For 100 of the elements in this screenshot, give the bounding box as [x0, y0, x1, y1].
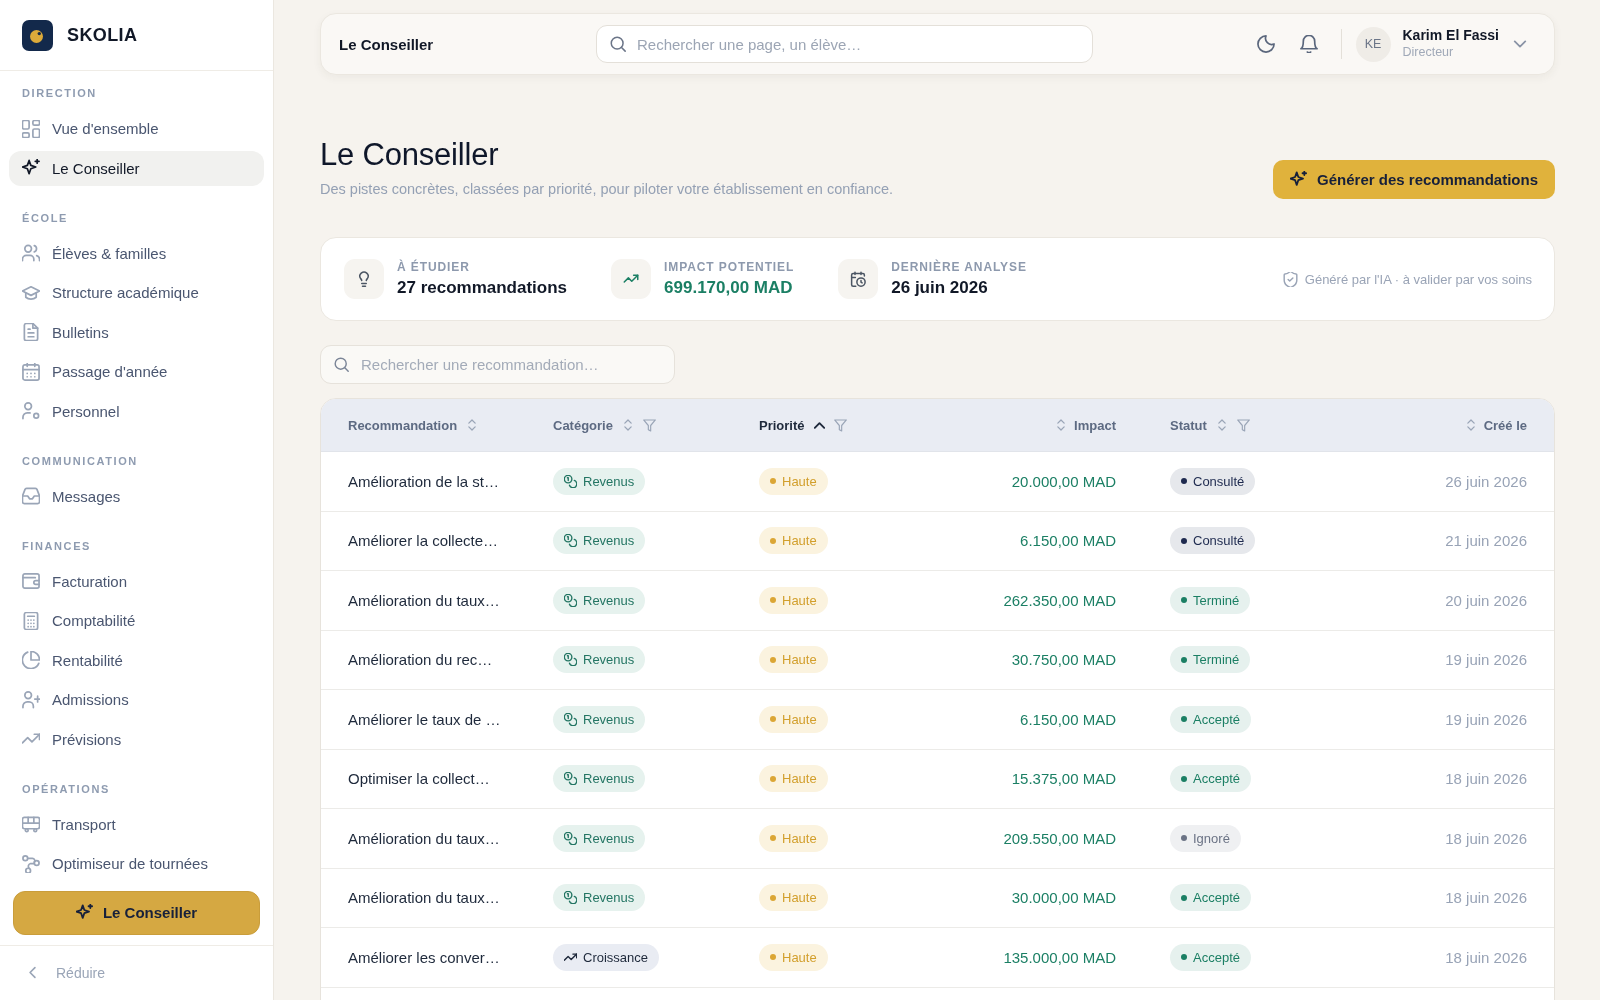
- priority-label: Haute: [782, 711, 817, 727]
- shield-check-icon: [1282, 271, 1298, 287]
- category-label: Revenus: [583, 473, 635, 489]
- nav-item[interactable]: Élèves & familles: [9, 235, 264, 271]
- stat-value: 26 juin 2026: [891, 277, 989, 298]
- recommendation-title: Amélioration du taux…: [348, 889, 500, 907]
- filter-icon[interactable]: [833, 418, 847, 432]
- grid-icon: [22, 119, 40, 138]
- created-date: 18 juin 2026: [1445, 829, 1527, 847]
- nav-item[interactable]: Optimiseur de tournées: [9, 846, 264, 882]
- nav-item[interactable]: Messages: [9, 478, 264, 514]
- nav-item[interactable]: Personnel: [9, 393, 264, 429]
- column-header[interactable]: Créé le: [1464, 417, 1527, 433]
- recommendation-title: Améliorer les conver…: [348, 948, 500, 966]
- recommendation-title: Améliorer le taux de …: [348, 710, 501, 728]
- category-label: Revenus: [583, 652, 635, 668]
- section-label: FINANCES: [21, 538, 93, 553]
- search-field[interactable]: Rechercher une recommandation…: [320, 345, 675, 384]
- status-label: Accepté: [1193, 949, 1240, 965]
- status-label: Terminé: [1193, 592, 1240, 608]
- recommendation-title: Amélioration du taux…: [348, 829, 500, 847]
- created-date: 18 juin 2026: [1445, 770, 1527, 788]
- coins-icon: [564, 831, 577, 845]
- status-label: Consulté: [1193, 533, 1245, 549]
- column-header[interactable]: Priorité: [759, 417, 825, 433]
- advisor-button[interactable]: Le Conseiller: [13, 890, 260, 935]
- search-icon: [334, 357, 349, 372]
- user-name: Karim El Fassi: [1402, 27, 1499, 45]
- bell-icon[interactable]: [1299, 35, 1318, 53]
- nav-item[interactable]: Le Conseiller: [9, 150, 264, 186]
- generate-button[interactable]: Générer des recommandations: [1273, 160, 1555, 199]
- nav-item[interactable]: Vue d'ensemble: [9, 111, 264, 147]
- user-role: Directeur: [1402, 44, 1455, 61]
- impact-amount: 20.000,00 MAD: [1011, 472, 1116, 490]
- search-icon: [610, 36, 626, 52]
- priority-label: Haute: [782, 473, 817, 489]
- impact-amount: 30.750,00 MAD: [1011, 651, 1116, 669]
- page-title: Le Conseiller: [320, 136, 500, 174]
- moon-icon[interactable]: [1256, 35, 1275, 53]
- sparkle-icon: [75, 904, 93, 921]
- status-label: Accepté: [1193, 711, 1240, 727]
- nav-item[interactable]: Transport: [9, 806, 264, 842]
- brand-name: SKOLIA: [67, 24, 138, 46]
- wallet-icon: [22, 572, 40, 591]
- priority-label: Haute: [782, 890, 817, 906]
- coins-icon: [564, 891, 577, 905]
- search-field[interactable]: Rechercher une page, un élève…: [596, 25, 1093, 63]
- created-date: 21 juin 2026: [1445, 532, 1527, 550]
- nav-item[interactable]: Bulletins: [9, 314, 264, 350]
- filter-icon[interactable]: [642, 418, 656, 432]
- page-name: Le Conseiller: [339, 35, 435, 53]
- priority-label: Haute: [782, 592, 817, 608]
- nav-item[interactable]: Prévisions: [9, 721, 264, 757]
- nav-item[interactable]: Passage d'année: [9, 354, 264, 390]
- stat-label: IMPACT POTENTIEL: [664, 260, 795, 274]
- nav-item[interactable]: Admissions: [9, 682, 264, 718]
- category-label: Revenus: [583, 533, 635, 549]
- section-label: COMMUNICATION: [21, 453, 139, 468]
- calculator-icon: [22, 611, 40, 630]
- column-header[interactable]: Impact: [1055, 417, 1116, 433]
- status-label: Ignoré: [1193, 830, 1230, 846]
- category-label: Revenus: [583, 771, 635, 787]
- priority-label: Haute: [782, 652, 817, 668]
- category-label: Croissance: [583, 949, 649, 965]
- created-date: 19 juin 2026: [1445, 710, 1527, 728]
- impact-amount: 262.350,00 MAD: [1003, 591, 1116, 609]
- coins-icon: [564, 712, 577, 726]
- chevron-left-icon: [26, 966, 39, 979]
- logo-icon: [22, 19, 53, 51]
- created-date: 20 juin 2026: [1445, 591, 1527, 609]
- nav-item[interactable]: Rentabilité: [9, 642, 264, 678]
- coins-icon: [564, 772, 577, 786]
- stat-value: 699.170,00 MAD: [664, 277, 794, 298]
- column-header[interactable]: Catégorie: [553, 417, 634, 433]
- filter-icon[interactable]: [1236, 418, 1250, 432]
- stat-label: À ÉTUDIER: [397, 260, 471, 274]
- priority-dot-icon: [770, 656, 776, 663]
- priority-dot-icon: [770, 835, 776, 842]
- status-label: Accepté: [1193, 890, 1240, 906]
- impact-amount: 209.550,00 MAD: [1003, 829, 1116, 847]
- created-date: 18 juin 2026: [1445, 948, 1527, 966]
- stat-label: DERNIÈRE ANALYSE: [891, 260, 1027, 274]
- avatar: KE: [1355, 26, 1391, 62]
- priority-dot-icon: [770, 954, 776, 961]
- section-label: ÉCOLE: [21, 210, 69, 225]
- recommendation-title: Optimiser la collect…: [348, 770, 490, 788]
- nav-item[interactable]: Comptabilité: [9, 603, 264, 639]
- priority-label: Haute: [782, 771, 817, 787]
- recommendation-title: Améliorer la collecte…: [348, 532, 499, 550]
- priority-dot-icon: [770, 597, 776, 604]
- nav-item[interactable]: Structure académique: [9, 275, 264, 311]
- priority-dot-icon: [770, 894, 776, 901]
- status-label: Terminé: [1193, 652, 1240, 668]
- nav-item[interactable]: Facturation: [9, 563, 264, 599]
- column-header[interactable]: Statut: [1170, 417, 1228, 433]
- impact-amount: 135.000,00 MAD: [1003, 948, 1116, 966]
- column-header[interactable]: Recommandation: [348, 417, 479, 433]
- graduation-cap-icon: [22, 283, 40, 302]
- impact-amount: 15.375,00 MAD: [1011, 770, 1116, 788]
- bus-icon: [22, 815, 40, 834]
